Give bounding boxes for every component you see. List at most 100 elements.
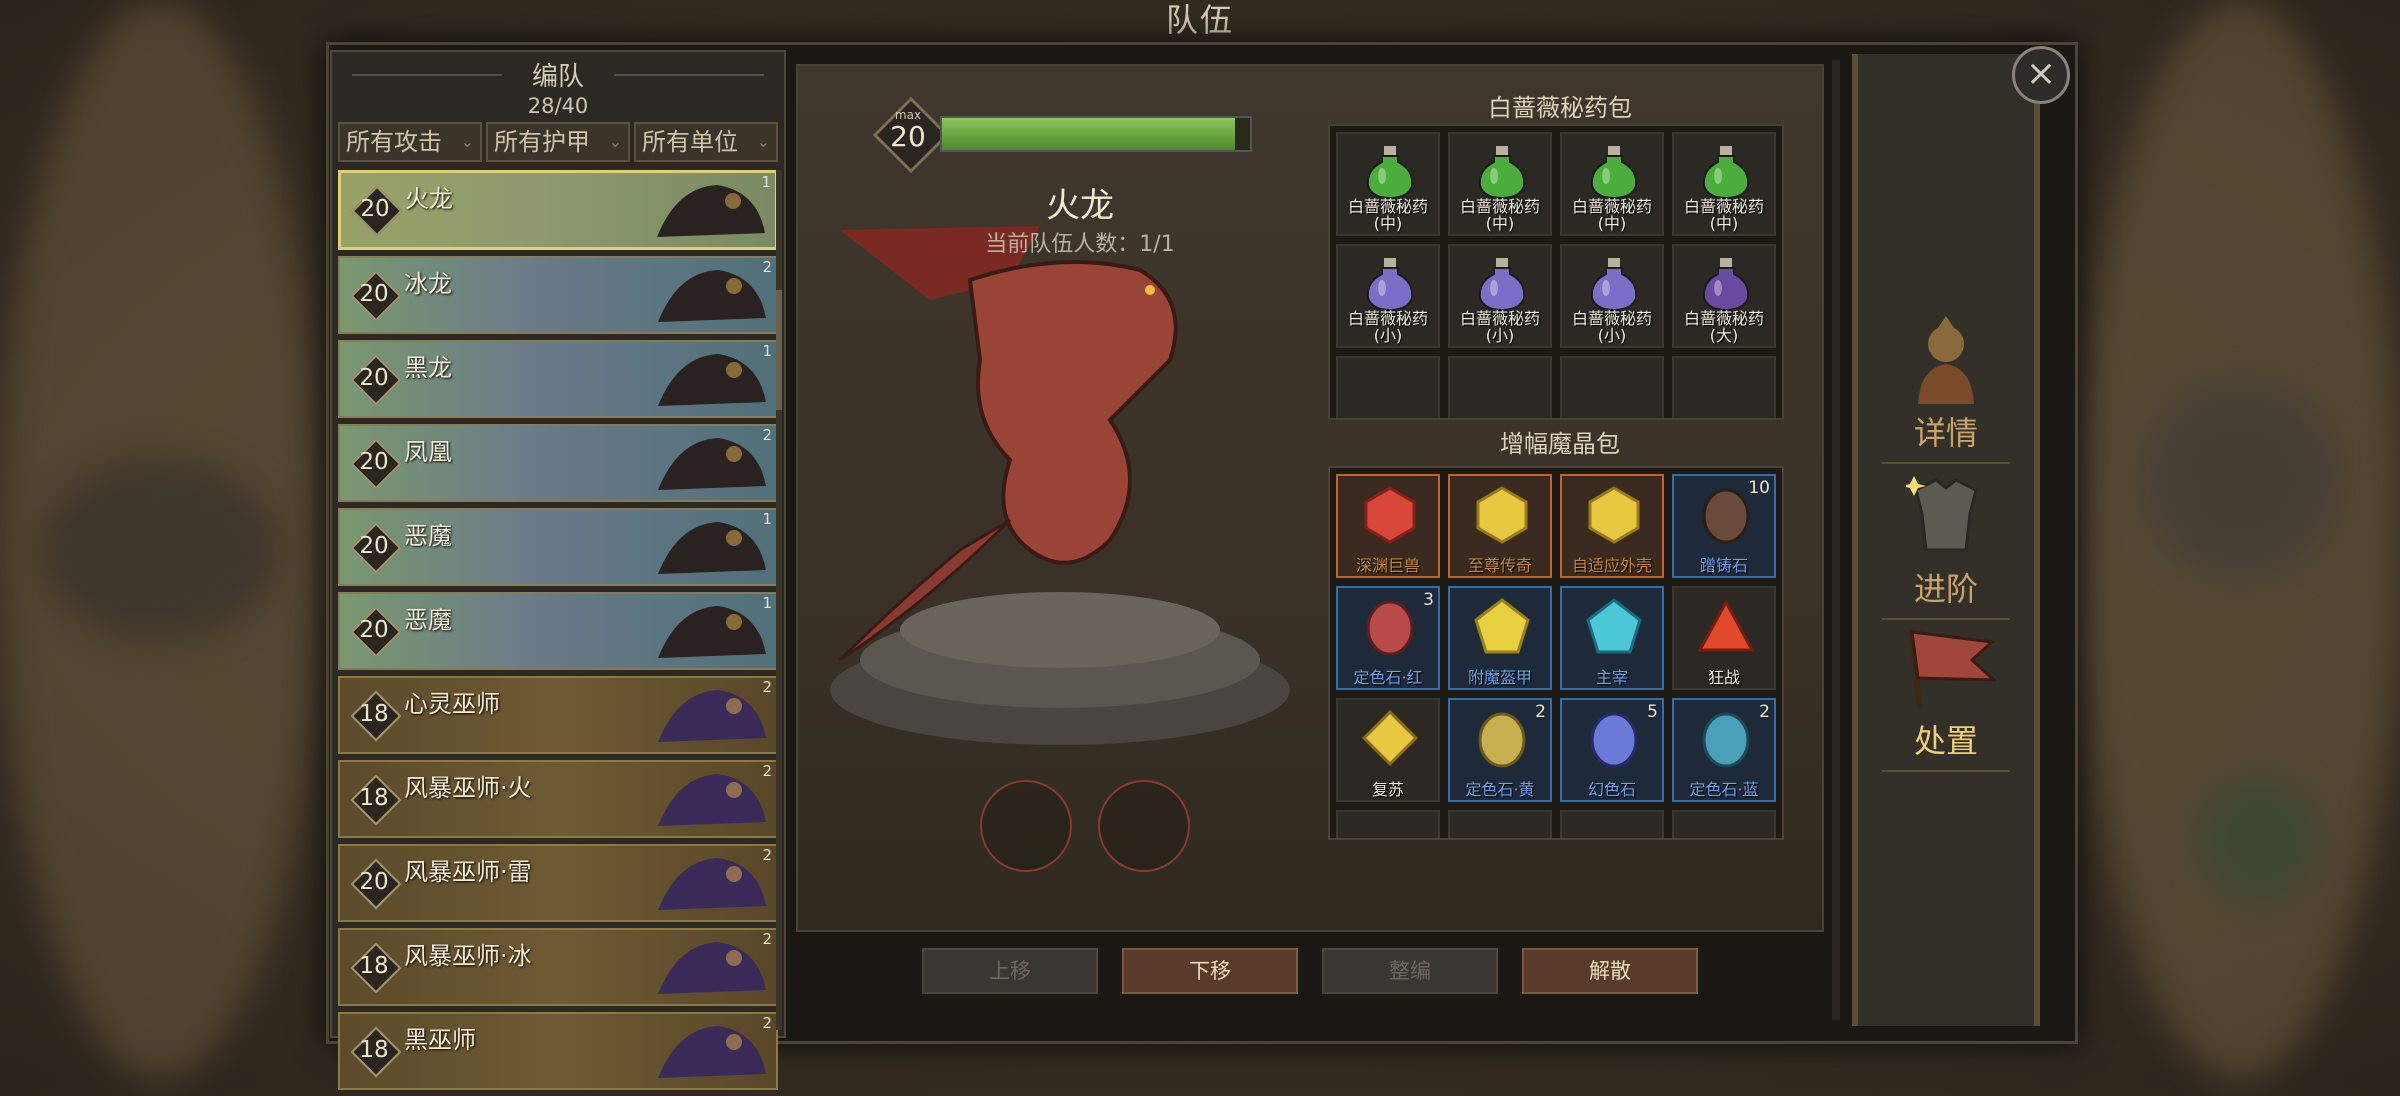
unit-portrait <box>658 438 766 490</box>
unit-level: 18 <box>359 1037 389 1063</box>
unit-row[interactable]: 18 风暴巫师·火 2 <box>338 760 778 838</box>
unit-level-badge: 18 <box>350 774 402 826</box>
roster-scrollbar[interactable] <box>776 170 782 1030</box>
unit-level: 20 <box>359 869 389 895</box>
unit-name: 风暴巫师·火 <box>404 774 532 802</box>
side-item-details[interactable]: 详情 <box>1858 314 2034 464</box>
unit-row[interactable]: 20 黑龙 1 <box>338 340 778 418</box>
crystal-name: 至尊传奇 <box>1467 556 1532 575</box>
filter-label: 所有单位 <box>642 128 738 156</box>
unit-row[interactable]: 20 凤凰 2 <box>338 424 778 502</box>
empty-slot[interactable] <box>1336 810 1440 838</box>
crystal-slot[interactable]: 自适应外壳 <box>1560 474 1664 578</box>
unit-name: 黑巫师 <box>404 1026 476 1054</box>
knight-icon <box>1918 316 1974 404</box>
potion-name: 白蔷薇秘药 (中) <box>1571 197 1652 233</box>
divider <box>614 74 764 76</box>
move-down-button[interactable]: 下移 <box>1120 946 1300 996</box>
side-item-label: 进阶 <box>1913 570 1978 608</box>
unit-count: 1 <box>762 342 772 360</box>
crystal-quantity: 10 <box>1748 478 1770 498</box>
empty-slot[interactable] <box>1672 810 1776 838</box>
crystal-quantity: 2 <box>1759 702 1770 722</box>
crystal-slot[interactable]: 2 定色石·蓝 <box>1672 698 1776 802</box>
crystal-slot[interactable]: 3 定色石·红 <box>1336 586 1440 690</box>
reorganize-button[interactable]: 整编 <box>1320 946 1500 996</box>
filter-attack-dropdown[interactable]: 所有攻击 ⌄ <box>338 122 482 162</box>
equipment-slot[interactable] <box>980 780 1072 872</box>
crystal-slot[interactable]: 深渊巨兽 <box>1336 474 1440 578</box>
potion-slot[interactable]: 白蔷薇秘药 (小) <box>1336 244 1440 348</box>
unit-row[interactable]: 20 恶魔 1 <box>338 592 778 670</box>
close-button[interactable]: × <box>2012 46 2070 104</box>
close-icon: × <box>2025 53 2057 94</box>
potion-icon <box>1478 146 1526 200</box>
potion-name: 白蔷薇秘药 (中) <box>1683 197 1764 233</box>
crystal-slot[interactable]: 狂战 <box>1672 586 1776 690</box>
crystal-icon <box>1361 710 1419 767</box>
filter-armor-dropdown[interactable]: 所有护甲 ⌄ <box>486 122 630 162</box>
empty-slot[interactable] <box>1560 356 1664 418</box>
unit-portrait <box>658 354 766 406</box>
filter-label: 所有护甲 <box>494 128 590 156</box>
crystal-slot[interactable]: 5 幻色石 <box>1560 698 1664 802</box>
empty-slot[interactable] <box>1448 810 1552 838</box>
center-scrollbar[interactable] <box>1832 60 1840 1020</box>
potion-slot[interactable]: 白蔷薇秘药 (中) <box>1560 132 1664 236</box>
unit-level-badge: 20 <box>350 270 402 322</box>
filter-unit-dropdown[interactable]: 所有单位 ⌄ <box>634 122 778 162</box>
crystal-slot[interactable]: 至尊传奇 <box>1448 474 1552 578</box>
crystal-slot[interactable]: 2 定色石·黄 <box>1448 698 1552 802</box>
page-title: 队伍 <box>1165 1 1234 39</box>
move-up-button[interactable]: 上移 <box>920 946 1100 996</box>
potion-icon <box>1590 258 1638 312</box>
potion-slot[interactable]: 白蔷薇秘药 (大) <box>1672 244 1776 348</box>
crystal-slot[interactable]: 附魔盔甲 <box>1448 586 1552 690</box>
chevron-down-icon: ⌄ <box>460 132 474 151</box>
crystal-name: 蹭铸石 <box>1699 556 1748 575</box>
crystal-name: 定色石·黄 <box>1465 780 1535 799</box>
unit-level: 20 <box>359 617 389 643</box>
potion-icon <box>1366 146 1414 200</box>
crystal-icon <box>1590 712 1638 768</box>
side-item-advance[interactable]: 进阶 <box>1858 470 2034 620</box>
unit-name: 黑龙 <box>404 354 452 382</box>
unit-portrait <box>658 606 766 658</box>
unit-list: 20 火龙 1 20 冰龙 2 20 黑龙 1 20 凤凰 2 20 恶魔 1 20 恶魔 1 18 心灵巫师 2 18 风… <box>338 170 778 1096</box>
unit-illustration <box>830 226 1290 745</box>
side-item-dispose[interactable]: 处置 <box>1858 622 2034 772</box>
crystal-slot[interactable]: 10 蹭铸石 <box>1672 474 1776 578</box>
unit-portrait <box>658 690 766 742</box>
empty-slot[interactable] <box>1560 810 1664 838</box>
unit-row[interactable]: 20 恶魔 1 <box>338 508 778 586</box>
side-item-label: 详情 <box>1913 414 1978 452</box>
empty-slot[interactable] <box>1336 356 1440 418</box>
unit-row[interactable]: 20 火龙 1 <box>338 170 778 250</box>
unit-level: 18 <box>359 953 389 979</box>
unit-level-badge: 18 <box>350 690 402 742</box>
unit-row[interactable]: 18 心灵巫师 2 <box>338 676 778 754</box>
unit-row[interactable]: 20 冰龙 2 <box>338 256 778 334</box>
crystal-slot[interactable]: 复苏 <box>1336 698 1440 802</box>
equipment-slot[interactable] <box>1098 780 1190 872</box>
potion-slot[interactable]: 白蔷薇秘药 (中) <box>1448 132 1552 236</box>
disband-button[interactable]: 解散 <box>1520 946 1700 996</box>
unit-row[interactable]: 20 风暴巫师·雷 2 <box>338 844 778 922</box>
empty-slot[interactable] <box>1448 356 1552 418</box>
crystal-icon <box>1586 598 1642 654</box>
potion-slot[interactable]: 白蔷薇秘药 (中) <box>1672 132 1776 236</box>
scrollbar-thumb[interactable] <box>776 290 782 410</box>
crystal-slot[interactable]: 主宰 <box>1560 586 1664 690</box>
unit-row[interactable]: 18 黑巫师 2 <box>338 1012 778 1090</box>
unit-count: 1 <box>762 594 772 612</box>
potion-slot[interactable]: 白蔷薇秘药 (中) <box>1336 132 1440 236</box>
empty-slot[interactable] <box>1672 356 1776 418</box>
potion-slot[interactable]: 白蔷薇秘药 (小) <box>1560 244 1664 348</box>
potion-slot[interactable]: 白蔷薇秘药 (小) <box>1448 244 1552 348</box>
crystal-name: 幻色石 <box>1587 780 1636 799</box>
dragon-body <box>967 260 1178 565</box>
crystal-icon <box>1478 712 1526 768</box>
unit-row[interactable]: 18 风暴巫师·冰 2 <box>338 928 778 1006</box>
potion-icon <box>1478 258 1526 312</box>
unit-name: 恶魔 <box>404 606 452 634</box>
